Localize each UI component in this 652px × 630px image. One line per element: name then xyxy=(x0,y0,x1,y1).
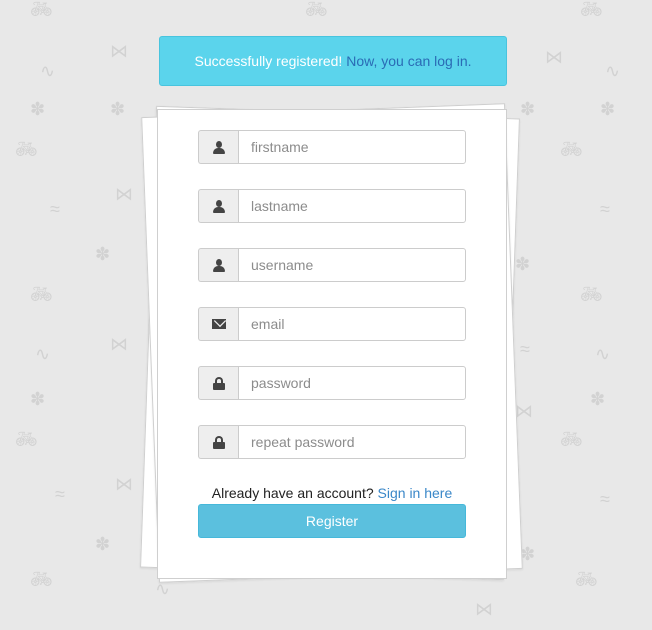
bowtie-icon: ⋈ xyxy=(110,41,128,61)
mustache-icon: ≈ xyxy=(55,484,65,504)
bicycle-icon: 🚲︎ xyxy=(15,139,38,159)
username-input[interactable] xyxy=(238,248,466,282)
lock-icon xyxy=(212,435,225,449)
input-addon xyxy=(198,248,238,282)
bicycle-icon: 🚲︎ xyxy=(30,569,53,589)
lock-icon xyxy=(212,376,225,390)
signin-prompt: Already have an account? Sign in here xyxy=(198,485,466,501)
leaf-icon: ✽ xyxy=(600,99,616,119)
signin-prompt-text: Already have an account? xyxy=(211,485,374,501)
bicycle-icon: 🚲︎ xyxy=(575,569,598,589)
username-field xyxy=(198,248,466,282)
lastname-field xyxy=(198,189,466,223)
leaf-icon: ✽ xyxy=(95,244,111,264)
bowtie-icon: ⋈ xyxy=(545,47,563,67)
password-field xyxy=(198,366,466,400)
input-addon xyxy=(198,366,238,400)
input-addon xyxy=(198,130,238,164)
bowtie-icon: ⋈ xyxy=(115,184,133,204)
success-alert: Successfully registered! Now, you can lo… xyxy=(159,36,507,86)
email-field xyxy=(198,307,466,341)
mustache-icon: ≈ xyxy=(600,489,610,509)
user-icon xyxy=(212,199,225,213)
signin-link[interactable]: Sign in here xyxy=(378,485,453,501)
bicycle-icon: 🚲︎ xyxy=(30,284,53,304)
leaf-icon: ✽ xyxy=(30,389,46,409)
leaf-icon: ✽ xyxy=(30,99,46,119)
bowtie-icon: ⋈ xyxy=(475,599,493,619)
input-addon xyxy=(198,307,238,341)
email-input[interactable] xyxy=(238,307,466,341)
bicycle-icon: 🚲︎ xyxy=(580,284,603,304)
repeat-password-field xyxy=(198,425,466,459)
pipe-icon: ∿ xyxy=(40,61,56,81)
leaf-icon: ✽ xyxy=(515,254,531,274)
register-button[interactable]: Register xyxy=(198,504,466,538)
firstname-input[interactable] xyxy=(238,130,466,164)
input-addon xyxy=(198,189,238,223)
bowtie-icon: ⋈ xyxy=(115,474,133,494)
password-input[interactable] xyxy=(238,366,466,400)
mustache-icon: ≈ xyxy=(600,199,610,219)
mustache-icon: ≈ xyxy=(520,339,530,359)
mustache-icon: ≈ xyxy=(50,199,60,219)
login-link[interactable]: Now, you can log in. xyxy=(346,53,471,69)
leaf-icon: ✽ xyxy=(590,389,606,409)
bowtie-icon: ⋈ xyxy=(515,401,533,421)
bicycle-icon: 🚲︎ xyxy=(15,429,38,449)
pipe-icon: ∿ xyxy=(35,344,51,364)
pipe-icon: ∿ xyxy=(605,61,621,81)
repeat-password-input[interactable] xyxy=(238,425,466,459)
bicycle-icon: 🚲︎ xyxy=(30,0,53,19)
leaf-icon: ✽ xyxy=(110,99,126,119)
bicycle-icon: 🚲︎ xyxy=(560,139,583,159)
pipe-icon: ∿ xyxy=(155,579,171,599)
envelope-icon xyxy=(211,319,226,329)
leaf-icon: ✽ xyxy=(520,99,536,119)
bicycle-icon: 🚲︎ xyxy=(580,0,603,19)
user-icon xyxy=(212,140,225,154)
leaf-icon: ✽ xyxy=(95,534,111,554)
bicycle-icon: 🚲︎ xyxy=(305,0,328,19)
user-icon xyxy=(212,258,225,272)
pipe-icon: ∿ xyxy=(595,344,611,364)
alert-message: Successfully registered! xyxy=(194,53,343,69)
lastname-input[interactable] xyxy=(238,189,466,223)
bicycle-icon: 🚲︎ xyxy=(560,429,583,449)
bowtie-icon: ⋈ xyxy=(110,334,128,354)
firstname-field xyxy=(198,130,466,164)
input-addon xyxy=(198,425,238,459)
